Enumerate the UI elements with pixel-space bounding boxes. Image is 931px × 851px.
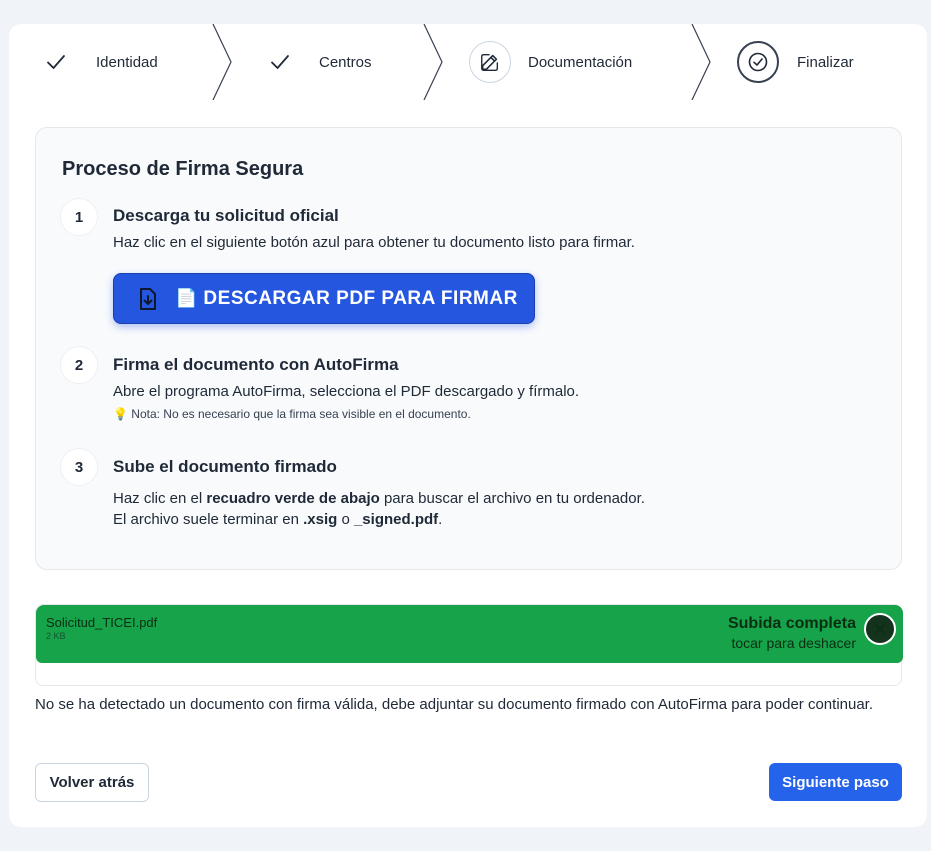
wizard-card: Identidad Centros Documentación Finaliza… <box>9 24 927 827</box>
file-size: 2 KB <box>46 631 66 641</box>
step-centros[interactable]: Centros <box>266 24 372 100</box>
step-label: Identidad <box>96 53 158 71</box>
check-circle-icon <box>737 41 779 83</box>
step-title: Sube el documento firmado <box>113 457 337 476</box>
step-text: Haz clic en el recuadro verde de abajo p… <box>113 490 645 507</box>
step-number: 2 <box>60 346 98 384</box>
file-download-icon <box>135 286 161 312</box>
close-icon <box>875 624 885 634</box>
document-icon: 📄 <box>175 288 198 308</box>
signing-instructions-panel: Proceso de Firma Segura 1 Descarga tu so… <box>35 127 902 570</box>
step-label: Finalizar <box>797 53 854 71</box>
file-name: Solicitud_TICEI.pdf <box>46 615 158 630</box>
step-text: Abre el programa AutoFirma, selecciona e… <box>113 383 580 400</box>
step-finalizar[interactable]: Finalizar <box>737 24 854 100</box>
error-message: No se ha detectado un documento con firm… <box>35 696 874 713</box>
step-note: 💡 Nota: No es necesario que la firma sea… <box>113 407 471 421</box>
back-button[interactable]: Volver atrás <box>35 763 149 802</box>
uploaded-file-item[interactable]: Solicitud_TICEI.pdf 2 KB Subida completa… <box>36 605 903 663</box>
undo-upload-button[interactable] <box>864 613 896 645</box>
step-separator <box>212 24 232 100</box>
step-text: El archivo suele terminar en .xsig o _si… <box>113 511 443 528</box>
panel-title: Proceso de Firma Segura <box>62 158 304 180</box>
next-step-button[interactable]: Siguiente paso <box>769 763 902 801</box>
extension-text: .xsig <box>303 511 338 528</box>
step-number: 1 <box>60 198 98 236</box>
upload-status: Subida completa <box>727 615 856 632</box>
download-button-label: DESCARGAR PDF PARA FIRMAR <box>203 287 518 309</box>
step-identidad[interactable]: Identidad <box>42 24 158 100</box>
check-icon <box>42 48 70 76</box>
step-documentacion[interactable]: Documentación <box>469 24 632 100</box>
step-number: 3 <box>60 448 98 486</box>
step-title: Descarga tu solicitud oficial <box>113 206 339 225</box>
step-title: Firma el documento con AutoFirma <box>113 355 399 374</box>
stepper: Identidad Centros Documentación Finaliza… <box>9 24 927 100</box>
download-pdf-button[interactable]: 📄 DESCARGAR PDF PARA FIRMAR <box>113 273 535 324</box>
step-separator <box>691 24 711 100</box>
step-label: Centros <box>319 53 372 71</box>
extension-text: _signed.pdf <box>353 511 439 528</box>
step-separator <box>423 24 443 100</box>
undo-hint: tocar para deshacer <box>731 635 856 651</box>
file-upload-area[interactable]: Solicitud_TICEI.pdf 2 KB Subida completa… <box>35 604 903 686</box>
emphasis-text: recuadro verde de abajo <box>206 490 380 507</box>
step-text: Haz clic en el siguiente botón azul para… <box>113 234 635 251</box>
step-label: Documentación <box>528 53 633 71</box>
edit-icon <box>469 41 511 83</box>
check-icon <box>266 48 294 76</box>
